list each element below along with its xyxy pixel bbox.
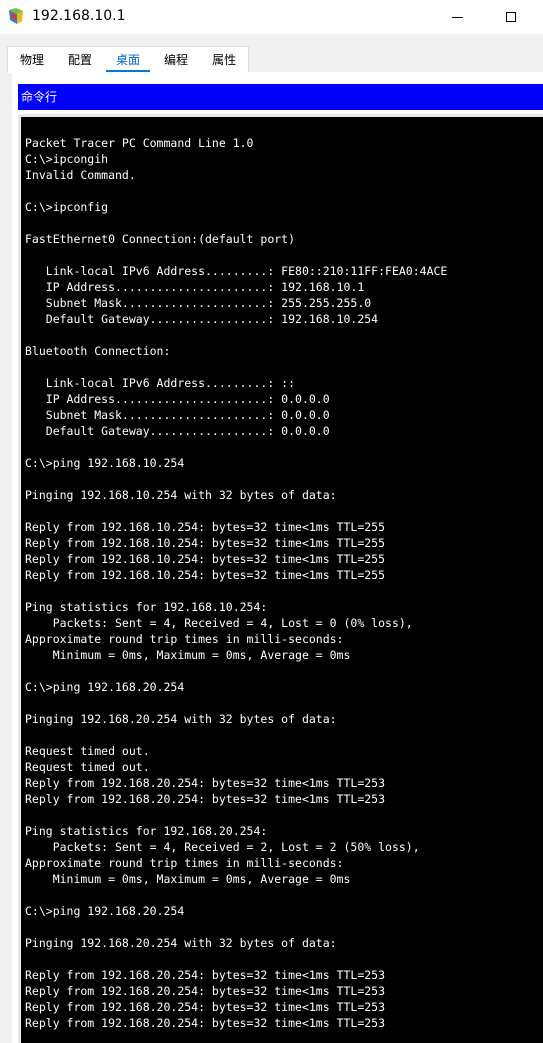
maximize-icon [506,12,516,22]
console-line: Request timed out. [25,760,150,774]
console-line: Approximate round trip times in milli-se… [25,632,344,646]
console-line: Ping statistics for 192.168.10.254: [25,600,268,614]
console-line: Pinging 192.168.20.254 with 32 bytes of … [25,712,337,726]
console-line: Reply from 192.168.20.254: bytes=32 time… [25,968,386,982]
console-line: Request timed out. [25,744,150,758]
window-title: 192.168.10.1 [32,8,126,24]
console-line: Reply from 192.168.10.254: bytes=32 time… [25,536,386,550]
console-line: Invalid Command. [25,168,136,182]
tab-physical[interactable]: 物理 [8,47,56,73]
console-line: Reply from 192.168.10.254: bytes=32 time… [25,568,386,582]
console-line: FastEthernet0 Connection:(default port) [25,232,296,246]
console-line: Reply from 192.168.20.254: bytes=32 time… [25,1016,386,1030]
console-line: Ping statistics for 192.168.20.254: [25,824,268,838]
maximize-button[interactable] [488,0,534,34]
title-bar: 192.168.10.1 [0,0,543,34]
console-line: Link-local IPv6 Address.........: FE80::… [25,264,448,278]
console-line: C:\>ipconfig [25,200,109,214]
console-line: Pinging 192.168.20.254 with 32 bytes of … [25,936,337,950]
console-line: IP Address......................: 0.0.0.… [25,392,330,406]
console-line: Subnet Mask.....................: 0.0.0.… [25,408,330,422]
console-output: Packet Tracer PC Command Line 1.0 C:\>ipc… [21,117,543,1031]
console-line: Minimum = 0ms, Maximum = 0ms, Average = … [25,872,351,886]
console-line: Reply from 192.168.10.254: bytes=32 time… [25,552,386,566]
console-line: Bluetooth Connection: [25,344,171,358]
console-line: Default Gateway.................: 0.0.0.… [25,424,330,438]
console-line: C:\>ping 192.168.20.254 [25,904,185,918]
console-line: Subnet Mask.....................: 255.25… [25,296,372,310]
tab-desktop[interactable]: 桌面 [104,47,152,73]
console-line: Minimum = 0ms, Maximum = 0ms, Average = … [25,648,351,662]
console-line: Packet Tracer PC Command Line 1.0 [25,136,254,150]
console-line: Packets: Sent = 4, Received = 4, Lost = … [25,616,413,630]
command-console[interactable]: Packet Tracer PC Command Line 1.0 C:\>ipc… [21,117,543,1043]
tab-programming[interactable]: 编程 [152,47,200,73]
console-line: Approximate round trip times in milli-se… [25,856,344,870]
console-line: Packets: Sent = 4, Received = 2, Lost = … [25,840,420,854]
console-line: Reply from 192.168.20.254: bytes=32 time… [25,984,386,998]
console-line: Pinging 192.168.10.254 with 32 bytes of … [25,488,337,502]
console-line: Reply from 192.168.10.254: bytes=32 time… [25,520,386,534]
command-prompt-header: 命令行 [18,84,543,110]
console-line: C:\>ipcongih [25,152,109,166]
tab-config[interactable]: 配置 [56,47,104,73]
console-line: IP Address......................: 192.16… [25,280,365,294]
console-line: Reply from 192.168.20.254: bytes=32 time… [25,1000,386,1014]
minimize-button[interactable] [434,0,480,34]
console-line: C:\>ping 192.168.20.254 [25,680,185,694]
console-line: Default Gateway.................: 192.16… [25,312,379,326]
console-line: Reply from 192.168.20.254: bytes=32 time… [25,792,386,806]
tab-attributes[interactable]: 属性 [200,47,248,73]
packet-tracer-icon [9,8,23,24]
minimize-icon [451,16,463,18]
console-line: C:\>ping 192.168.10.254 [25,456,185,470]
console-line: Reply from 192.168.20.254: bytes=32 time… [25,776,386,790]
console-line: Link-local IPv6 Address.........: :: [25,376,296,390]
tab-bar: 物理 配置 桌面 编程 属性 [7,46,250,73]
